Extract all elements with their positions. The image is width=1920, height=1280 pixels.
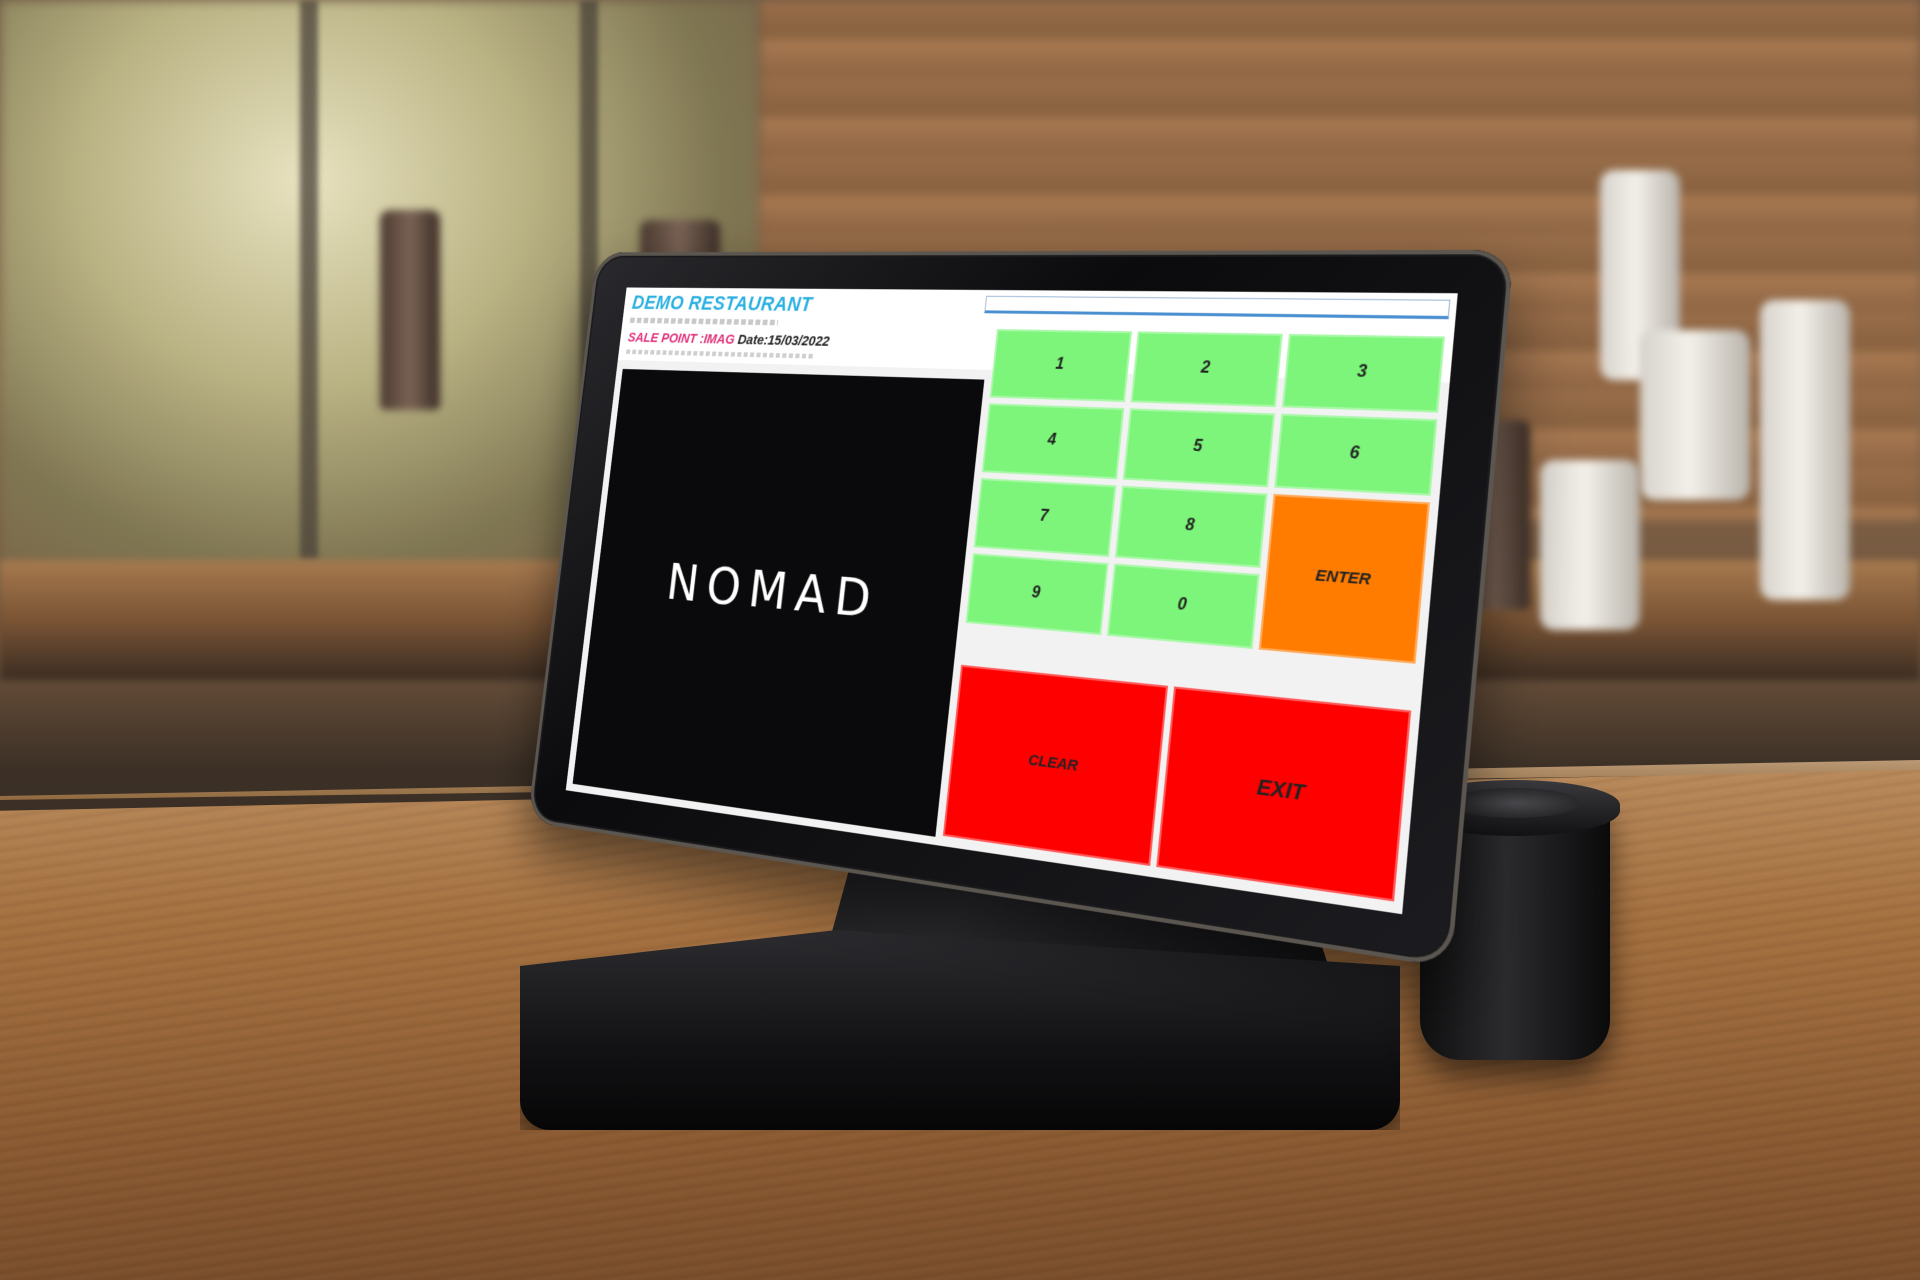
numeric-keypad: 1 2 3 4 5 6 7 8 ENTER 9 0 CLEAR EXIT: [942, 329, 1445, 908]
clear-button[interactable]: CLEAR: [942, 664, 1169, 867]
key-6[interactable]: 6: [1274, 413, 1438, 496]
coffee-cup-lid-top: [1450, 788, 1580, 818]
background-cup: [1760, 300, 1850, 600]
subtitle-line: [629, 317, 779, 326]
sale-point-label: SALE POINT :IMAG: [627, 329, 736, 348]
key-0[interactable]: 0: [1106, 563, 1260, 649]
date-text: Date:15/03/2022: [736, 332, 831, 350]
key-4[interactable]: 4: [981, 403, 1125, 480]
background-cup: [1540, 460, 1640, 630]
key-9[interactable]: 9: [965, 553, 1109, 636]
photo-scene: DEMO RESTAURANT SALE POINT :IMAG Date:15…: [0, 0, 1920, 1280]
pos-stand-base: [520, 930, 1400, 1130]
key-3[interactable]: 3: [1281, 333, 1445, 413]
key-7[interactable]: 7: [973, 478, 1117, 558]
exit-button[interactable]: EXIT: [1156, 686, 1412, 902]
background-bottle: [380, 210, 440, 410]
nomad-logo: NOMAD: [663, 551, 883, 630]
key-8[interactable]: 8: [1114, 485, 1268, 568]
key-5[interactable]: 5: [1122, 408, 1276, 488]
restaurant-name: DEMO RESTAURANT: [630, 291, 814, 316]
key-1[interactable]: 1: [989, 329, 1133, 403]
info-line: [626, 349, 816, 359]
enter-button[interactable]: ENTER: [1258, 493, 1430, 664]
background-cup: [1640, 330, 1750, 500]
sale-point-info: SALE POINT :IMAG Date:15/03/2022: [627, 330, 830, 350]
background-window-frame: [300, 0, 318, 560]
logo-panel: NOMAD: [572, 368, 985, 837]
key-2[interactable]: 2: [1130, 331, 1283, 408]
